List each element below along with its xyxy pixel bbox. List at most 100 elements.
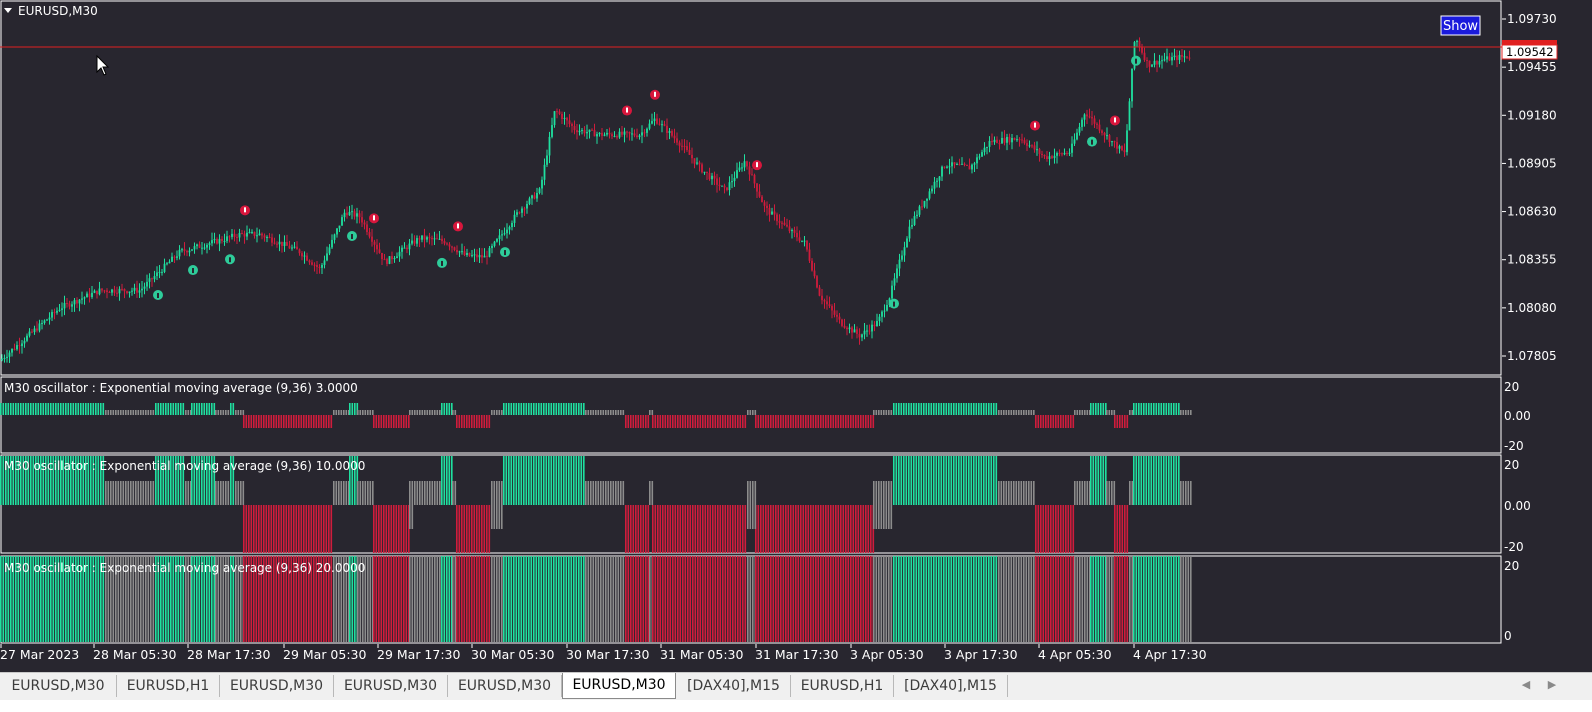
oscillator-bar (328, 415, 330, 428)
tab-eurusd-m30-2[interactable]: EURUSD,M30 (220, 675, 334, 697)
candle-body (973, 163, 976, 165)
oscillator-bar (275, 415, 278, 428)
oscillator-bar (237, 410, 240, 415)
oscillator-bar (704, 556, 707, 642)
oscillator-bar (749, 505, 752, 529)
candle-body (163, 263, 166, 272)
tab-eurusd-h1-2[interactable]: EURUSD,H1 (791, 675, 894, 697)
oscillator-bar (1081, 481, 1084, 505)
oscillator-bar (1052, 505, 1055, 553)
oscillator-bar (1119, 505, 1121, 553)
oscillator-bar (679, 556, 682, 642)
candle-body (876, 320, 878, 327)
candle-body (53, 312, 56, 314)
oscillator-bar (820, 556, 822, 642)
candle-body (1148, 60, 1151, 67)
oscillator-bar (454, 410, 457, 415)
scroll-left-icon[interactable]: ◀ (1518, 677, 1534, 693)
tab-eurusd-m30-4[interactable]: EURUSD,M30 (448, 675, 562, 697)
scroll-right-icon[interactable]: ▶ (1544, 677, 1560, 693)
oscillator-bar (760, 556, 762, 642)
oscillator-bar (441, 456, 443, 505)
oscillator-bar (345, 481, 348, 505)
oscillator-bar (180, 403, 182, 415)
tab-eurusd-m30-active[interactable]: EURUSD,M30 (562, 673, 676, 699)
oscillator-bar (385, 415, 388, 428)
oscillator-bar (795, 415, 797, 428)
oscillator-bar (510, 456, 513, 505)
oscillator-bar (1129, 556, 1131, 642)
candle-body (256, 235, 258, 237)
candle-body (331, 239, 333, 248)
candle-body (898, 259, 901, 269)
show-button[interactable]: Show (1440, 15, 1481, 36)
candle-body (993, 139, 996, 143)
oscillator-bar (82, 403, 85, 415)
tab-eurusd-m30-1[interactable]: EURUSD,M30 (0, 675, 117, 697)
oscillator-bar (1153, 456, 1155, 505)
oscillator-bar (1045, 505, 1047, 553)
oscillator-bar (717, 556, 719, 642)
oscillator-bar (300, 415, 303, 428)
oscillator-bar (1131, 481, 1134, 505)
oscillator-bar (1121, 556, 1124, 642)
oscillator-bar (918, 403, 920, 415)
oscillator-bar (870, 505, 872, 553)
oscillator-bar (367, 410, 369, 415)
tab-dax40-m15-1[interactable]: [DAX40],M15 (677, 675, 791, 697)
oscillator-bar (235, 410, 237, 415)
oscillator-bar (667, 556, 669, 642)
candle-body (901, 255, 903, 260)
oscillator-bar (607, 410, 610, 415)
oscillator-bar (441, 556, 443, 642)
price-pane[interactable] (0, 0, 1502, 375)
oscillator-bar (782, 505, 785, 553)
oscillator-bar (395, 505, 398, 553)
oscillator-bar (1086, 556, 1089, 642)
candle-body (1146, 59, 1148, 61)
oscillator-bar (496, 505, 498, 529)
oscillator-bar (388, 556, 390, 642)
oscillator-bar (707, 415, 709, 428)
candle-body (18, 345, 21, 347)
oscillator-bar (338, 481, 340, 505)
candle-body (356, 213, 358, 217)
oscillator-bar (528, 403, 530, 415)
oscillator-bar (1100, 456, 1102, 505)
oscillator-bar (724, 415, 727, 428)
oscillator-bar (1055, 556, 1057, 642)
tab-dax40-m15-2[interactable]: [DAX40],M15 (894, 675, 1008, 697)
candle-body (246, 232, 248, 237)
oscillator-bar (807, 505, 810, 553)
oscillator-bar (709, 556, 712, 642)
oscillator-bar (900, 456, 903, 505)
tab-eurusd-m30-3[interactable]: EURUSD,M30 (334, 675, 448, 697)
oscillator-bar (528, 556, 530, 642)
candle-body (1151, 64, 1153, 67)
chart-window[interactable]: EURUSD,M30 Show 1.09730 1.09455 1.09180 1.0… (0, 0, 1592, 672)
candle-body (436, 238, 438, 240)
oscillator-bar (625, 415, 627, 428)
oscillator-bar (1113, 410, 1116, 415)
candle-body (643, 132, 646, 134)
sell-signal-mark (457, 223, 459, 229)
oscillator-bar (635, 415, 637, 428)
candle-body (41, 322, 43, 324)
candle-body (1061, 153, 1063, 155)
oscillator-bar (615, 556, 617, 642)
oscillator-bar (1150, 456, 1153, 505)
oscillator-bar (875, 556, 878, 642)
oscillator-bar (1111, 481, 1113, 505)
candle-body (721, 185, 723, 187)
oscillator-bar (945, 456, 948, 505)
oscillator-bar (1178, 456, 1180, 505)
indicator-1-label: M30 oscillator : Exponential moving aver… (4, 381, 358, 395)
oscillator-bar (615, 410, 617, 415)
oscillator-bar (682, 415, 684, 428)
candle-body (953, 162, 956, 165)
chart-canvas[interactable]: EURUSD,M30 Show 1.097301.094551.091801.0… (0, 0, 1592, 672)
oscillator-bar (563, 556, 565, 642)
tab-eurusd-h1-1[interactable]: EURUSD,H1 (117, 675, 220, 697)
candle-body (333, 234, 336, 240)
oscillator-bar (1030, 481, 1033, 505)
